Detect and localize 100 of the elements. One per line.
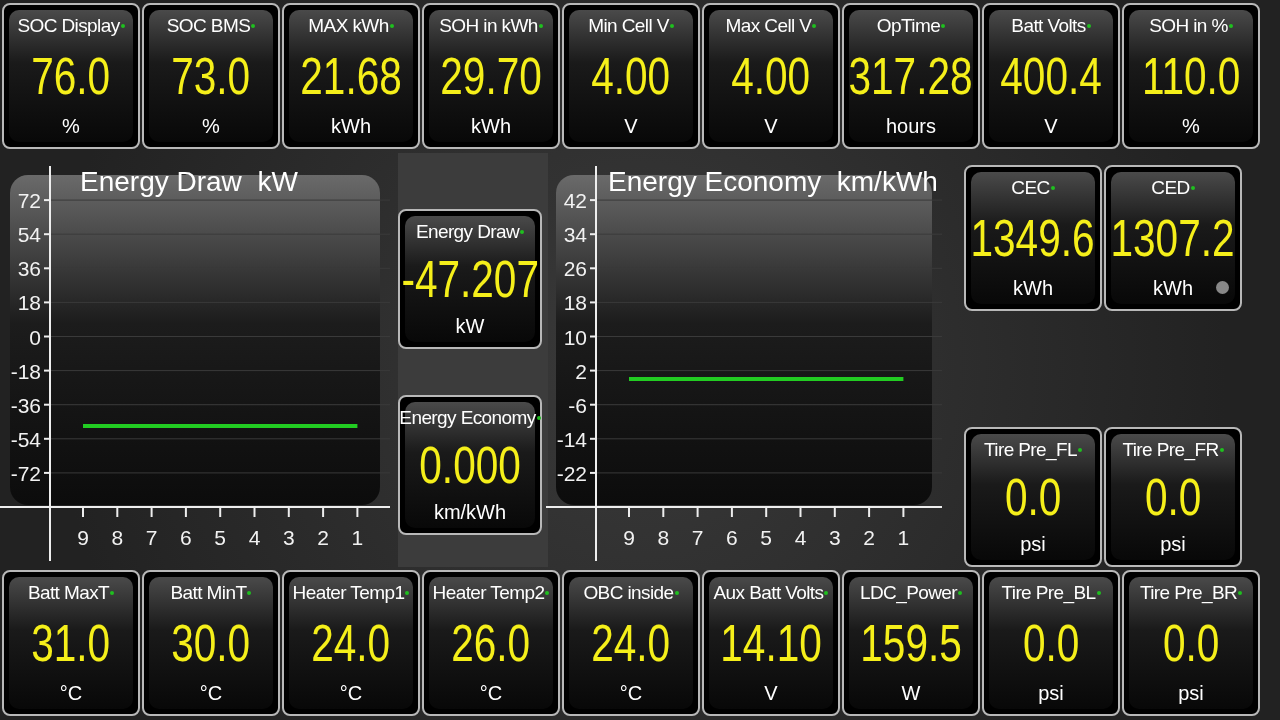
y-tick-label: 36 (17, 257, 41, 281)
status-dot-icon (1219, 448, 1224, 453)
gauge-unit: kWh (1153, 276, 1193, 299)
gauge-value: 26.0 (451, 613, 531, 674)
gauge-value: 31.0 (31, 613, 111, 674)
status-dot-icon (1190, 185, 1195, 190)
status-dot-icon (1238, 591, 1243, 596)
gauge-value: 4.00 (591, 46, 671, 106)
status-dot-icon (669, 24, 674, 28)
gauge-value: 110.0 (1141, 46, 1241, 106)
gauge-label: OpTime (876, 15, 941, 37)
gauge-value: 0.0 (1022, 613, 1080, 674)
gauge-unit: kWh (471, 115, 511, 137)
gauge-label: Energy Economy (399, 407, 536, 430)
gauge-label: Min Cell V (588, 15, 669, 37)
x-tick-label: 3 (282, 525, 295, 549)
status-dot-icon (1086, 24, 1091, 28)
gauge-value: 0.0 (1162, 613, 1220, 674)
gauge-label: SOC Display (17, 15, 120, 37)
gauge-value: 159.5 (860, 613, 962, 674)
gauge-label: Heater Temp1 (292, 582, 405, 605)
gauge-label: SOH in % (1149, 15, 1228, 37)
gauge-label: MAX kWh (308, 15, 389, 37)
y-tick-label: -54 (10, 427, 41, 451)
y-tick-label: -36 (10, 393, 41, 417)
y-tick-label: 54 (17, 223, 41, 246)
gauge-value: -47.207 (401, 248, 539, 309)
gauge-unit: V (1044, 115, 1058, 137)
y-tick-label: 2 (575, 359, 587, 383)
y-tick-label: -6 (568, 393, 587, 417)
x-tick-label: 6 (180, 525, 192, 549)
x-tick-label: 4 (248, 525, 261, 549)
x-tick-label: 5 (760, 525, 773, 549)
gauge-label: Tire Pre_FL (984, 439, 1077, 462)
status-dot-icon (120, 24, 125, 28)
gauge-value: 1307.2 (1111, 207, 1236, 268)
status-dot-icon (520, 229, 525, 234)
gauge-label: Energy Draw (415, 220, 520, 243)
gauge-unit: psi (1020, 533, 1046, 556)
gauge-value: 14.10 (720, 613, 822, 674)
gauge-value: 24.0 (591, 613, 671, 674)
x-tick-label: 7 (691, 525, 704, 549)
gauge-unit: % (202, 115, 220, 137)
y-tick-label: 0 (29, 325, 41, 349)
gauge-unit: °C (199, 682, 223, 705)
gauge-label: LDC_Power (860, 582, 957, 605)
gauge-label: Aux Batt Volts (713, 582, 824, 605)
y-tick-label: 42 (563, 188, 587, 212)
gauge-label: Batt MaxT (27, 582, 110, 605)
gauge-unit: kW (455, 314, 485, 337)
indicator-dot-icon (1216, 280, 1229, 294)
gauge-unit: V (624, 115, 638, 137)
y-tick-label: 72 (17, 188, 41, 212)
status-dot-icon (1096, 591, 1101, 596)
chart-title: Energy Economy km/kWh (608, 165, 938, 197)
status-dot-icon (389, 24, 394, 28)
gauge-label: CEC (1011, 176, 1050, 199)
gauge-label: CED (1151, 176, 1190, 199)
x-tick-label: 5 (214, 525, 227, 549)
gauge-label: OBC inside (583, 582, 674, 605)
status-dot-icon (405, 591, 410, 596)
y-tick-label: 34 (563, 223, 587, 246)
x-tick-label: 4 (794, 525, 807, 549)
status-dot-icon (545, 591, 550, 596)
y-tick-label: 10 (563, 325, 587, 349)
gauge-value: 24.0 (311, 613, 391, 674)
status-dot-icon (1050, 185, 1055, 190)
status-dot-icon (536, 416, 541, 421)
status-dot-icon (958, 591, 962, 596)
gauge-unit: °C (59, 682, 83, 705)
status-dot-icon (538, 24, 543, 28)
x-tick-label: 8 (657, 525, 670, 549)
gauge-value: 1349.6 (971, 207, 1096, 268)
y-tick-label: -14 (556, 427, 587, 451)
status-dot-icon (674, 591, 679, 596)
gauge-unit: km/kWh (433, 501, 507, 524)
gauge-unit: psi (1178, 682, 1204, 705)
gauge-unit: V (764, 682, 778, 705)
gauge-label: Batt Volts (1011, 15, 1086, 37)
gauge-value: 73.0 (171, 46, 251, 106)
status-dot-icon (251, 24, 256, 28)
y-tick-label: -72 (10, 461, 41, 485)
x-tick-label: 1 (351, 525, 364, 549)
gauge-unit: V (764, 115, 778, 137)
status-dot-icon (1078, 448, 1082, 453)
gauge-unit: % (1182, 115, 1200, 137)
x-tick-label: 9 (623, 525, 635, 549)
status-dot-icon (110, 591, 115, 596)
gauge-value: 76.0 (31, 46, 111, 106)
gauge-value: 0.000 (419, 435, 521, 496)
x-tick-label: 3 (828, 525, 841, 549)
y-tick-label: 18 (563, 291, 587, 315)
gauge-unit: W (901, 682, 921, 705)
gauge-label: Heater Temp2 (432, 582, 545, 605)
gauge-unit: °C (339, 682, 363, 705)
x-tick-label: 2 (317, 525, 329, 549)
gauge-unit: °C (619, 682, 643, 705)
status-dot-icon (812, 24, 817, 28)
x-tick-label: 7 (145, 525, 158, 549)
x-tick-label: 8 (111, 525, 124, 549)
